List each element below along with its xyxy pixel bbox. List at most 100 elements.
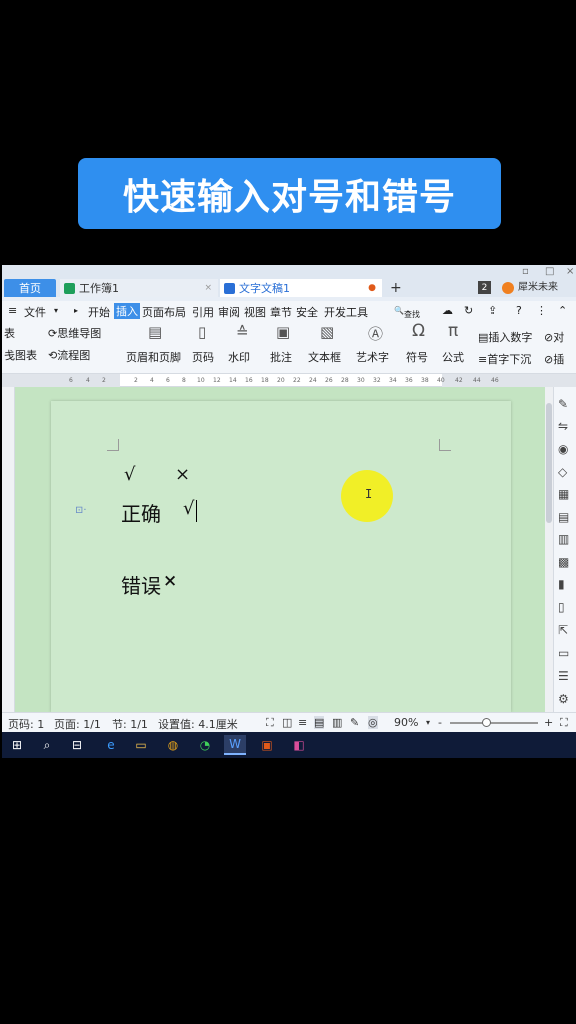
file-explorer-icon[interactable]: ▭ [130,735,152,755]
app-icon[interactable]: ◧ [288,735,310,755]
settings-icon[interactable]: ⚙ [558,692,569,706]
menu-chapter[interactable]: 章节 [270,304,292,320]
zoom-in-button[interactable]: + [544,716,553,729]
menu-start[interactable]: 开始 [88,304,110,320]
tab-document[interactable]: 文字文稿1 ● [220,279,382,297]
menu-developer[interactable]: 开发工具 [324,304,368,320]
close-window-icon[interactable]: × [566,266,574,277]
grid-icon[interactable]: ▩ [558,555,569,569]
web-view-icon[interactable]: ▥ [332,716,342,729]
collapse-icon[interactable]: ⌃ [558,304,567,317]
bar-chart-icon[interactable]: ▮ [558,577,565,591]
wps-icon[interactable]: ▣ [256,735,278,755]
shape-icon[interactable]: ◇ [558,465,567,479]
eye-icon[interactable]: ◎ [368,716,378,729]
symbol-button[interactable]: 符号 [406,349,428,365]
zoom-dropdown-icon[interactable]: ▾ [426,718,430,727]
read-mode-icon[interactable]: ✎ [350,716,359,729]
more-icon[interactable]: ⋮ [536,304,547,317]
document-page[interactable]: √ × ⊡· 正确 √ 错误 × I [51,401,511,712]
insert-number-button[interactable]: ▤插入数字 [478,329,532,345]
watermark-button[interactable]: 水印 [228,349,250,365]
chevron-down-icon[interactable]: ▾ [54,306,58,315]
outline-view-icon[interactable]: ≡ [298,716,307,729]
chart-icon[interactable]: ▥ [558,532,569,546]
formula-button[interactable]: 公式 [442,349,464,365]
hamburger-icon[interactable]: ≡ [8,304,17,317]
page-icon[interactable]: ▯ [558,600,565,614]
zoom-slider[interactable] [450,722,538,724]
wechat-icon[interactable]: ◔ [194,735,216,755]
menu-reference[interactable]: 引用 [192,304,214,320]
textbox-button[interactable]: 文本框 [308,349,341,365]
vertical-scrollbar[interactable] [545,387,553,712]
windows-start-icon[interactable]: ⊞ [6,735,28,755]
cloud-icon[interactable]: ☁ [442,304,453,317]
tab-home[interactable]: 首页 [4,279,56,297]
check-symbol[interactable]: √ [124,464,135,485]
drop-cap-button[interactable]: ≡首字下沉 [478,351,531,367]
document-side-icon[interactable]: ▭ [558,646,569,660]
vertical-ruler[interactable] [2,387,15,712]
menu-view[interactable]: 视图 [244,304,266,320]
wordart-icon: Ⓐ [368,325,384,343]
menu-page-layout[interactable]: 页面布局 [142,304,186,320]
header-footer-button[interactable]: 页眉和页脚 [126,349,181,365]
chevron-right-icon[interactable]: ▸ [74,306,78,315]
close-icon[interactable]: × [204,283,212,293]
book-view-icon[interactable]: ◫ [282,716,292,729]
menu-security[interactable]: 安全 [296,304,318,320]
wordart-button[interactable]: 艺术字 [356,349,389,365]
export-icon[interactable]: ⇱ [558,623,568,637]
new-tab-button[interactable]: + [390,279,402,297]
document-canvas[interactable]: √ × ⊡· 正确 √ 错误 × I [15,387,545,712]
status-bar: 页码: 1 页面: 1/1 节: 1/1 设置值: 4.1厘米 ⛶ ◫ ≡ ▤ … [2,712,576,732]
flowchart-button[interactable]: ⟲流程图 [48,347,90,363]
ribbon-cut-bottom[interactable]: 戋图表 [4,347,37,363]
zoom-value[interactable]: 90% [394,716,418,729]
wps-writer-icon[interactable]: W [224,735,246,755]
menu-review[interactable]: 审阅 [218,304,240,320]
cross-symbol[interactable]: × [175,464,190,485]
location-icon[interactable]: ◉ [558,442,568,456]
search-button[interactable]: 🔍 查找 [394,306,420,319]
page-number-button[interactable]: 页码 [192,349,214,365]
window-count-badge[interactable]: 2 [478,281,491,294]
page-number-icon: ▯ [198,323,207,341]
paragraph-handle-icon[interactable]: ⊡· [75,505,87,516]
table-icon[interactable]: ▤ [558,510,569,524]
mindmap-button[interactable]: ⟳思维导图 [48,325,101,341]
edge-icon[interactable]: e [100,735,122,755]
list-icon[interactable]: ☰ [558,669,569,683]
menu-file[interactable]: 文件 [24,304,46,320]
page-view-icon[interactable]: ▤ [314,716,325,729]
zoom-slider-thumb[interactable] [482,718,491,727]
menu-insert[interactable]: 插入 [114,303,140,319]
scrollbar-thumb[interactable] [546,403,552,523]
fullscreen-icon[interactable]: ⛶ [560,716,568,730]
horizontal-ruler[interactable]: 6 4 2 2 4 6 8 10 12 14 16 18 20 22 24 26… [2,373,576,387]
sync-icon[interactable]: ↻ [464,304,473,317]
minimize-icon[interactable]: ▫ [522,266,529,277]
help-icon[interactable]: ? [516,304,522,317]
user-account[interactable]: 犀米未来 [502,279,558,297]
edit-icon[interactable]: ✎ [558,397,568,411]
maximize-icon[interactable]: □ [545,266,554,277]
search-icon[interactable]: ⌕ [36,735,58,755]
adjust-icon[interactable]: ⇋ [558,419,568,433]
share-icon[interactable]: ⇪ [488,304,497,317]
comment-button[interactable]: 批注 [270,349,292,365]
chrome-icon[interactable]: ◍ [162,735,184,755]
ribbon-cut-right-bottom[interactable]: ⊘插 [544,351,564,367]
unsaved-dot-icon[interactable]: ● [368,283,376,293]
ribbon-cut-right-top[interactable]: ⊘对 [544,329,564,345]
ruler-tick: 4 [150,377,154,384]
ribbon-cut-top[interactable]: 表 [4,325,15,341]
tab-document-label: 文字文稿1 [239,282,290,295]
task-view-icon[interactable]: ⊟ [66,735,88,755]
text-caret [196,500,197,522]
tab-workbook[interactable]: 工作簿1 × [60,279,218,297]
zoom-out-button[interactable]: - [438,716,442,729]
fit-page-icon[interactable]: ⛶ [266,716,274,730]
cube-icon[interactable]: ▦ [558,487,569,501]
